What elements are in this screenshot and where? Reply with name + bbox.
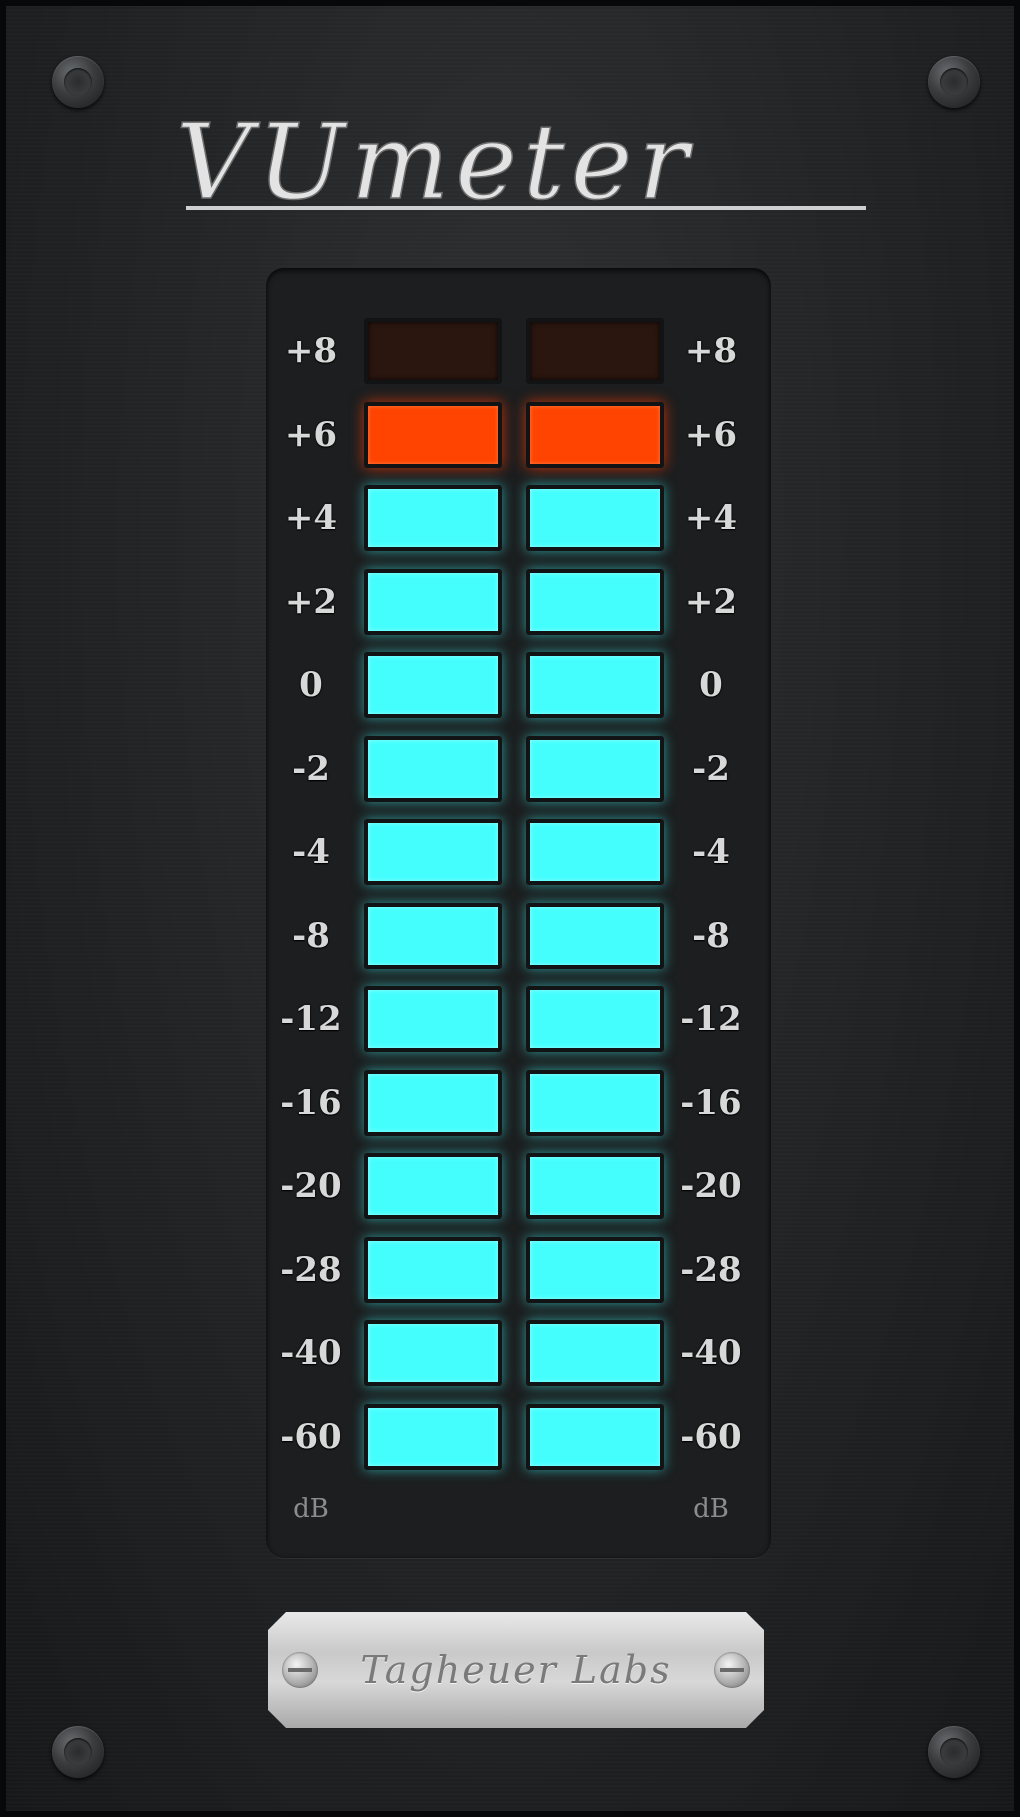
meter-segment-ch2 xyxy=(526,568,664,635)
scale-label-left: +8 xyxy=(284,331,338,371)
screw-bottom-left-icon xyxy=(52,1726,104,1778)
meter-segment-ch1 xyxy=(364,485,502,551)
meter-segment-ch1 xyxy=(364,401,502,468)
scale-label-left: -40 xyxy=(280,1333,342,1373)
scale-label-right: -2 xyxy=(692,748,730,789)
meter-segment-ch2 xyxy=(526,735,664,802)
scale-label-left: +4 xyxy=(284,498,338,538)
nameplate-screw-left-icon xyxy=(282,1652,318,1688)
scale-label-left: -4 xyxy=(292,832,330,872)
scale-label-left: -12 xyxy=(280,999,342,1039)
meter-segment-ch2 xyxy=(526,1236,664,1303)
meter-segment-ch1 xyxy=(364,1403,502,1470)
screw-bottom-right-icon xyxy=(928,1726,980,1778)
screw-top-left-icon xyxy=(52,56,104,108)
meter-segment-ch2 xyxy=(526,902,664,969)
unit-label-right: dB xyxy=(693,1494,729,1524)
scale-label-right: +4 xyxy=(684,498,738,538)
app-title-logo: VUmeter xyxy=(176,116,866,224)
scale-label-right: -8 xyxy=(692,915,730,956)
meter-segment-ch2 xyxy=(526,1403,664,1470)
meter-segment-ch2 xyxy=(526,1153,664,1219)
meter-segment-ch1 xyxy=(364,735,502,802)
meter-segment-ch1 xyxy=(364,1069,502,1136)
nameplate-text: Tagheuer Labs xyxy=(360,1648,672,1692)
meter-segment-ch1 xyxy=(364,1236,502,1303)
meter-segment-ch2 xyxy=(526,819,664,885)
meter-segment-ch2 xyxy=(526,318,664,384)
meter-segment-ch1 xyxy=(364,819,502,885)
scale-label-left: -28 xyxy=(280,1249,342,1290)
meter-segment-ch2 xyxy=(526,1320,664,1386)
scale-label-right: -12 xyxy=(680,999,742,1039)
nameplate: Tagheuer Labs xyxy=(268,1612,764,1728)
meter-segment-ch2 xyxy=(526,485,664,551)
unit-label-left: dB xyxy=(293,1494,329,1524)
scale-label-right: -20 xyxy=(680,1166,742,1206)
scale-label-left: -8 xyxy=(292,915,330,956)
scale-label-left: 0 xyxy=(299,665,323,705)
meter-segment-ch2 xyxy=(526,986,664,1052)
scale-label-left: -20 xyxy=(280,1166,342,1206)
scale-label-right: -28 xyxy=(680,1249,742,1290)
meter-segment-ch1 xyxy=(364,1153,502,1219)
meter-segment-ch1 xyxy=(364,1320,502,1386)
vu-meter-app: VUmeter +8 +8 +6 +6 +4 +4 +2 +2 0 0 -2 -2 -4 -4 -8 -8 -1… xyxy=(0,0,1020,1817)
meter-segment-ch2 xyxy=(526,652,664,718)
meter-segment-ch1 xyxy=(364,652,502,718)
nameplate-screw-right-icon xyxy=(714,1652,750,1688)
meter-segment-ch1 xyxy=(364,986,502,1052)
scale-label-right: 0 xyxy=(699,665,723,705)
meter-segment-ch1 xyxy=(364,902,502,969)
scale-label-right: +2 xyxy=(684,581,738,622)
scale-label-right: -16 xyxy=(680,1082,742,1123)
scale-label-right: +8 xyxy=(684,331,738,371)
screw-top-right-icon xyxy=(928,56,980,108)
scale-label-right: -4 xyxy=(692,832,730,872)
scale-label-right: -60 xyxy=(680,1416,742,1457)
meter-segment-ch2 xyxy=(526,1069,664,1136)
scale-label-left: -2 xyxy=(292,748,330,789)
scale-label-left: -60 xyxy=(280,1416,342,1457)
scale-label-left: -16 xyxy=(280,1082,342,1123)
meter-segment-ch1 xyxy=(364,568,502,635)
meter-panel: +8 +8 +6 +6 +4 +4 +2 +2 0 0 -2 -2 -4 -4 -8 -8 -12 -12 -16 -… xyxy=(266,268,771,1558)
meter-segment-ch2 xyxy=(526,401,664,468)
scale-label-right: -40 xyxy=(680,1333,742,1373)
meter-segment-ch1 xyxy=(364,318,502,384)
scale-label-left: +6 xyxy=(284,414,338,455)
scale-label-right: +6 xyxy=(684,414,738,455)
scale-label-left: +2 xyxy=(284,581,338,622)
